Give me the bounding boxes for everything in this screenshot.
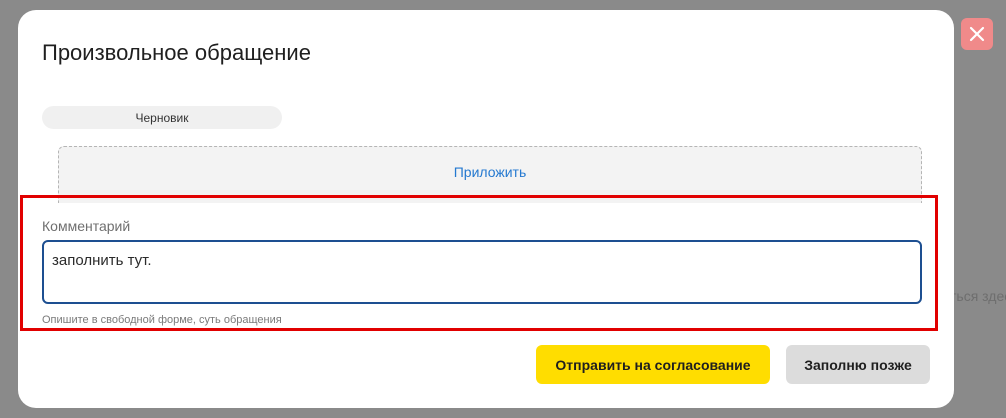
close-button[interactable]: [961, 18, 993, 50]
comment-hint: Опишите в свободной форме, суть обращени…: [42, 314, 282, 326]
background-partial-text: ться здес: [950, 288, 1006, 304]
status-badge: Черновик: [42, 106, 282, 129]
request-modal: Произвольное обращение Черновик Приложит…: [18, 10, 954, 408]
fill-later-button[interactable]: Заполню позже: [786, 345, 930, 384]
attach-link[interactable]: Приложить: [59, 164, 921, 180]
modal-title: Произвольное обращение: [42, 40, 311, 65]
comment-textarea[interactable]: заполнить тут.: [42, 240, 922, 304]
comment-value: заполнить тут.: [52, 252, 152, 269]
close-icon: [969, 26, 985, 42]
comment-label: Комментарий: [42, 218, 131, 234]
submit-for-approval-button[interactable]: Отправить на согласование: [536, 345, 770, 384]
